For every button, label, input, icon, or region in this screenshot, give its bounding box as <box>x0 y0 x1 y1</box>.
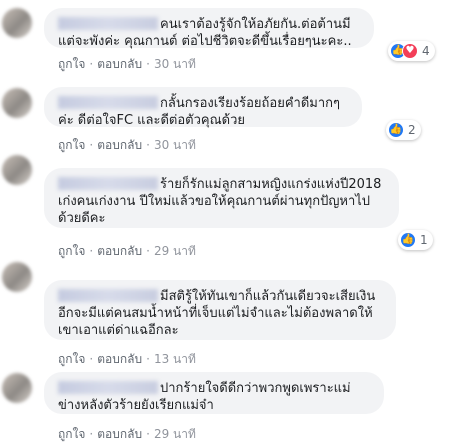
reaction-count: 4 <box>422 44 430 58</box>
reply-link[interactable]: ตอบกลับ <box>97 427 142 441</box>
separator: · <box>89 427 94 441</box>
comment-actions: ถูกใจ · ตอบกลับ · 29 นาที <box>58 425 196 444</box>
separator: · <box>89 244 94 258</box>
reply-link[interactable]: ตอบกลับ <box>97 57 142 71</box>
separator: · <box>146 57 150 71</box>
commenter-name[interactable] <box>58 96 158 109</box>
reaction-summary[interactable]: 👍 1 <box>398 230 433 250</box>
comment-actions: ถูกใจ · ตอบกลับ · 30 นาที <box>58 136 196 155</box>
separator: · <box>146 352 150 366</box>
separator: · <box>89 138 94 152</box>
avatar[interactable] <box>2 88 32 118</box>
comment-actions: ถูกใจ · ตอบกลับ · 13 นาที <box>58 350 196 369</box>
reaction-count: 1 <box>420 233 428 247</box>
separator: · <box>89 352 94 366</box>
comment-time[interactable]: 30 นาที <box>154 57 196 71</box>
avatar[interactable] <box>2 155 32 185</box>
separator: · <box>146 138 150 152</box>
comment-time[interactable]: 30 นาที <box>154 138 196 152</box>
reaction-count: 2 <box>408 123 416 137</box>
reaction-summary[interactable]: 👍 ♥ 4 <box>388 41 435 61</box>
reply-link[interactable]: ตอบกลับ <box>97 244 142 258</box>
like-link[interactable]: ถูกใจ <box>58 427 85 441</box>
reply-link[interactable]: ตอบกลับ <box>97 352 142 366</box>
separator: · <box>146 244 150 258</box>
like-icon: 👍 <box>400 232 416 248</box>
commenter-name[interactable] <box>58 381 158 394</box>
comment-bubble: ปากร้ายใจดีดีกว่าพวกพูดเพราะแม่ข่างหลังต… <box>44 372 384 414</box>
comment-bubble: คนเราต้องรู้จักให้อภัยกัน.ต่อต้านมีแต่จะ… <box>44 8 374 49</box>
avatar[interactable] <box>2 262 32 292</box>
commenter-name[interactable] <box>58 17 158 30</box>
comment-actions: ถูกใจ · ตอบกลับ · 29 นาที <box>58 242 196 261</box>
separator: · <box>89 57 94 71</box>
comment-time[interactable]: 29 นาที <box>154 244 196 258</box>
comment-time[interactable]: 29 นาที <box>154 427 196 441</box>
comment-time[interactable]: 13 นาที <box>154 352 196 366</box>
comment-actions: ถูกใจ · ตอบกลับ · 30 นาที <box>58 55 196 74</box>
like-icon: 👍 <box>388 122 404 138</box>
reply-link[interactable]: ตอบกลับ <box>97 138 142 152</box>
like-link[interactable]: ถูกใจ <box>58 352 85 366</box>
like-link[interactable]: ถูกใจ <box>58 244 85 258</box>
commenter-name[interactable] <box>58 289 158 302</box>
commenter-name[interactable] <box>58 177 158 190</box>
comment-bubble: ร้ายก็รักแม่ลูกสามหญิงแกร่งแห่งปี2018 เก… <box>44 168 399 228</box>
like-link[interactable]: ถูกใจ <box>58 138 85 152</box>
comment-bubble: มีสติรู้ให้ทันเขาก็แล้วกันเดียวจะเสียเงิ… <box>44 280 396 340</box>
like-link[interactable]: ถูกใจ <box>58 57 85 71</box>
avatar[interactable] <box>2 373 32 403</box>
comment-bubble: กลั้นกรองเรียงร้อยถ้อยคำดีมากๆค่ะ ดีต่อใ… <box>44 87 362 128</box>
love-icon: ♥ <box>402 43 418 59</box>
reaction-summary[interactable]: 👍 2 <box>386 120 421 140</box>
avatar[interactable] <box>2 8 32 38</box>
separator: · <box>146 427 150 441</box>
